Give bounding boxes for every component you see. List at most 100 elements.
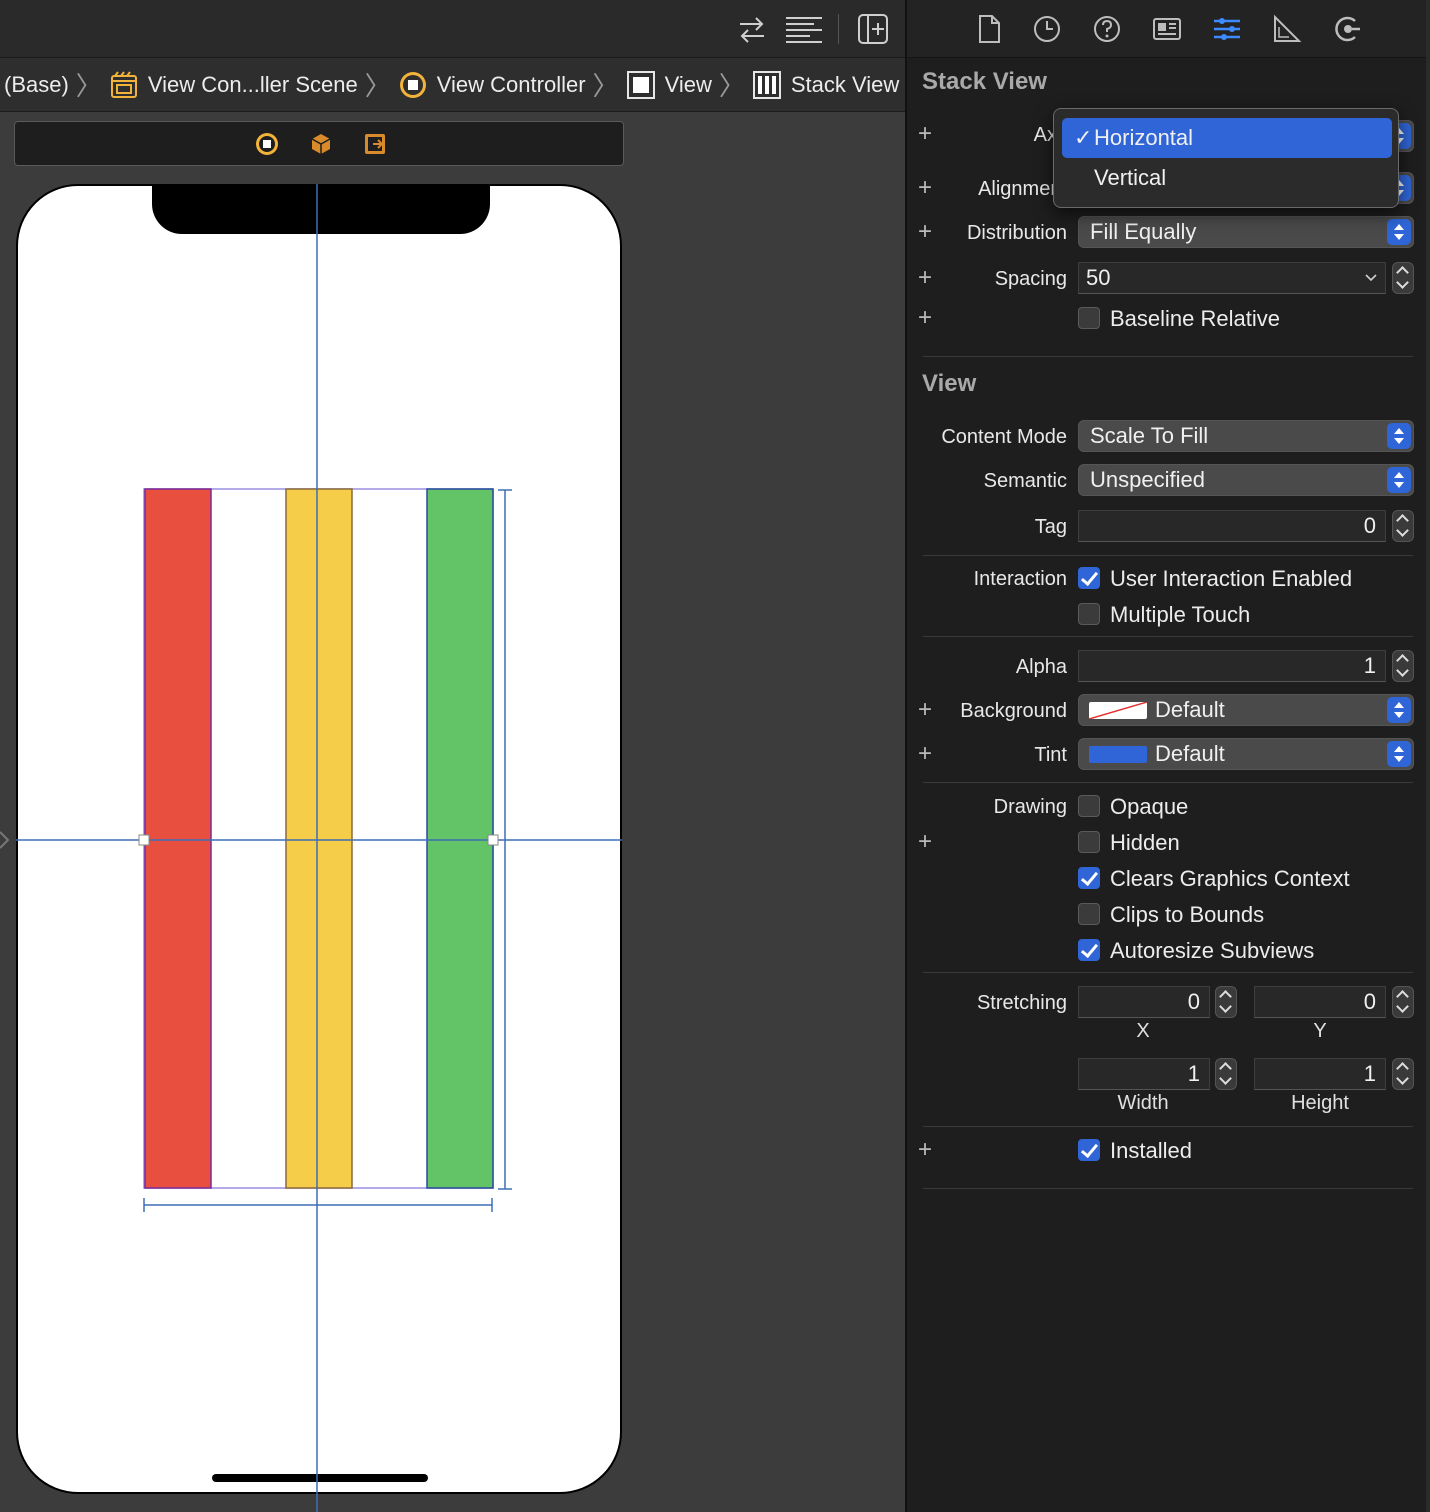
axis-label: Ax <box>1033 124 1057 146</box>
section-divider <box>923 636 1413 637</box>
add-variation-button[interactable]: + <box>918 1138 932 1162</box>
size-inspector-icon[interactable] <box>1271 13 1303 45</box>
alpha-field[interactable]: 1 <box>1078 650 1386 682</box>
resize-handle-left[interactable] <box>138 834 150 846</box>
menu-item-vertical[interactable]: Vertical <box>1062 158 1392 198</box>
background-label: Background <box>960 700 1067 722</box>
inspector-tab-bar <box>907 0 1430 58</box>
yellow-view[interactable] <box>285 488 353 1189</box>
clips-to-bounds-checkbox[interactable] <box>1078 903 1100 925</box>
help-inspector-icon[interactable] <box>1091 13 1123 45</box>
menu-item-horizontal[interactable]: ✓ Horizontal <box>1062 118 1392 158</box>
alpha-stepper[interactable] <box>1392 650 1414 682</box>
popup-chevron-icon <box>1387 467 1411 493</box>
hidden-label: Hidden <box>1110 830 1180 855</box>
installed-label: Installed <box>1110 1138 1192 1163</box>
background-value: Default <box>1155 697 1225 722</box>
section-title-stack-view: Stack View <box>922 68 1047 95</box>
tag-field[interactable]: 0 <box>1078 510 1386 542</box>
stretch-x-field[interactable]: 0 <box>1078 986 1210 1018</box>
hidden-checkbox[interactable] <box>1078 831 1100 853</box>
tint-value: Default <box>1155 741 1225 766</box>
red-view[interactable] <box>144 488 212 1189</box>
axis-dropdown-menu: ✓ Horizontal Vertical <box>1053 108 1399 208</box>
alignment-label: Alignmer <box>978 178 1057 200</box>
stretch-y-label: Y <box>1313 1020 1327 1042</box>
file-inspector-icon[interactable] <box>973 13 1005 45</box>
entry-point-arrow-icon <box>0 831 10 849</box>
stretch-width-field[interactable]: 1 <box>1078 1058 1210 1090</box>
clips-to-bounds-label: Clips to Bounds <box>1110 902 1265 927</box>
menu-item-label: Vertical <box>1094 165 1167 190</box>
section-divider <box>923 1188 1413 1189</box>
popup-chevron-icon <box>1387 741 1411 767</box>
tint-popup[interactable]: Default <box>1078 738 1414 770</box>
stretching-label: Stretching <box>976 992 1067 1014</box>
history-inspector-icon[interactable] <box>1031 13 1063 45</box>
clears-graphics-context-checkbox[interactable] <box>1078 867 1100 889</box>
content-mode-label: Content Mode <box>941 426 1067 448</box>
alpha-label: Alpha <box>1015 656 1067 678</box>
chevron-down-icon[interactable] <box>1365 274 1377 282</box>
menu-item-label: Horizontal <box>1094 125 1194 150</box>
section-divider <box>923 555 1413 556</box>
tag-stepper[interactable] <box>1392 510 1414 542</box>
attributes-inspector-icon[interactable] <box>1211 13 1243 45</box>
canvas-overlay <box>0 184 622 1512</box>
spacing-stepper[interactable] <box>1392 262 1414 294</box>
spacing-field[interactable]: 50 <box>1078 262 1386 294</box>
add-variation-button[interactable]: + <box>918 830 932 854</box>
section-divider <box>923 972 1413 973</box>
connections-inspector-icon[interactable] <box>1331 13 1363 45</box>
add-variation-button[interactable]: + <box>918 306 932 330</box>
interaction-label: Interaction <box>973 568 1067 590</box>
clears-graphics-context-label: Clears Graphics Context <box>1110 866 1350 891</box>
section-divider <box>923 356 1413 357</box>
autoresize-subviews-checkbox[interactable] <box>1078 939 1100 961</box>
opaque-label: Opaque <box>1110 794 1189 819</box>
popup-chevron-icon <box>1387 697 1411 723</box>
spacing-label: Spacing <box>994 268 1067 290</box>
inspector-edge <box>1426 0 1430 1512</box>
no-color-swatch-icon <box>1089 702 1147 719</box>
popup-chevron-icon <box>1387 423 1411 449</box>
stretch-height-stepper[interactable] <box>1392 1058 1414 1090</box>
stretch-y-stepper[interactable] <box>1392 986 1414 1018</box>
stretch-width-label: Width <box>1117 1092 1169 1114</box>
content-mode-popup[interactable]: Scale To Fill <box>1078 420 1414 452</box>
content-mode-value: Scale To Fill <box>1090 423 1209 448</box>
width-dimension-indicator <box>143 1198 493 1212</box>
stretch-x-stepper[interactable] <box>1215 986 1237 1018</box>
tint-label: Tint <box>1034 744 1067 766</box>
multiple-touch-label: Multiple Touch <box>1110 602 1251 627</box>
stretch-y-field[interactable]: 0 <box>1254 986 1386 1018</box>
background-popup[interactable]: Default <box>1078 694 1414 726</box>
resize-handle-right[interactable] <box>487 834 499 846</box>
tag-label: Tag <box>1034 516 1067 538</box>
green-view[interactable] <box>426 488 494 1189</box>
distribution-value: Fill Equally <box>1090 219 1197 244</box>
stretch-x-label: X <box>1136 1020 1150 1042</box>
spacing-value: 50 <box>1086 265 1111 290</box>
drawing-label: Drawing <box>993 796 1067 818</box>
canvas-pane[interactable]: (Base) 〉 View Con...ller Scene 〉 View Co… <box>0 0 905 1512</box>
user-interaction-label: User Interaction Enabled <box>1110 566 1353 591</box>
semantic-value: Unspecified <box>1090 467 1205 492</box>
user-interaction-checkbox[interactable] <box>1078 567 1100 589</box>
semantic-popup[interactable]: Unspecified <box>1078 464 1414 496</box>
stretch-width-stepper[interactable] <box>1215 1058 1237 1090</box>
identity-inspector-icon[interactable] <box>1151 13 1183 45</box>
stretch-height-label: Height <box>1291 1092 1349 1114</box>
baseline-relative-checkbox[interactable] <box>1078 307 1100 329</box>
installed-checkbox[interactable] <box>1078 1139 1100 1161</box>
distribution-label: Distribution <box>966 222 1067 244</box>
semantic-label: Semantic <box>983 470 1067 492</box>
multiple-touch-checkbox[interactable] <box>1078 603 1100 625</box>
checkmark-icon: ✓ <box>1074 125 1093 150</box>
opaque-checkbox[interactable] <box>1078 795 1100 817</box>
attributes-inspector: Stack View + Ax + Alignmer + Distributio… <box>905 0 1430 1512</box>
section-title-view: View <box>922 370 977 397</box>
stretch-height-field[interactable]: 1 <box>1254 1058 1386 1090</box>
distribution-popup[interactable]: Fill Equally <box>1078 216 1414 248</box>
section-divider <box>923 782 1413 783</box>
